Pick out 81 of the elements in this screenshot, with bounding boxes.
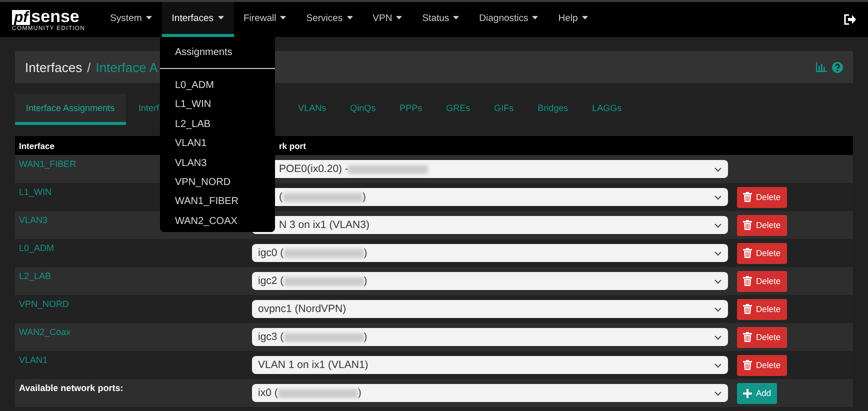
chevron-icon <box>714 334 722 340</box>
help-icon[interactable] <box>832 62 843 72</box>
dropdown-item[interactable]: L0_ADM <box>175 80 214 91</box>
trash-icon <box>743 220 752 230</box>
tab[interactable]: LAGGs <box>581 94 633 125</box>
chevron-icon <box>714 250 722 256</box>
delete-button[interactable]: Delete <box>737 242 787 264</box>
chart-icon[interactable] <box>816 62 827 72</box>
menu-item[interactable]: Help <box>548 2 598 37</box>
chevron-icon <box>714 222 722 228</box>
port-select[interactable]: N 3 on ix1 (VLAN3) <box>252 216 728 234</box>
chevron-icon <box>714 278 722 284</box>
caret-icon <box>280 16 286 20</box>
dropdown-item[interactable]: L1_WIN <box>175 99 212 110</box>
interface-link[interactable]: VPN_NORD <box>19 299 70 309</box>
caret-icon <box>346 16 353 20</box>
caret-icon <box>146 16 152 20</box>
caret-icon <box>582 16 588 20</box>
trash-icon <box>743 360 752 370</box>
tab[interactable]: Bridges <box>526 94 580 125</box>
menu-item[interactable]: VPN <box>362 2 412 37</box>
interface-link[interactable]: L2_LAB <box>19 271 52 281</box>
breadcrumb-separator: / <box>87 60 91 74</box>
trash-icon <box>743 192 752 202</box>
port-select[interactable]: igc3 ( ) <box>252 328 728 346</box>
port-select[interactable]: VLAN 1 on ix1 (VLAN1) <box>252 356 728 374</box>
dropdown-item[interactable]: VPN_NORD <box>175 176 231 188</box>
tab[interactable]: GIFs <box>483 94 525 125</box>
menu-item[interactable]: Status <box>412 2 470 37</box>
dropdown-item[interactable]: Assignments <box>175 47 232 58</box>
trash-icon <box>743 332 752 342</box>
interface-link[interactable]: L1_WIN <box>19 187 52 197</box>
interface-link[interactable]: WAN1_FIBER <box>19 159 76 169</box>
tab[interactable]: VLANs <box>287 94 338 125</box>
delete-button[interactable]: Delete <box>737 298 787 320</box>
logout-icon[interactable] <box>844 14 856 25</box>
tab[interactable]: Interface Assignments <box>15 94 126 125</box>
menu-item[interactable]: Firewall <box>234 2 296 37</box>
dropdown-item[interactable]: VLAN3 <box>175 158 207 169</box>
caret-icon <box>453 16 460 20</box>
menu-item[interactable]: Services <box>296 2 363 37</box>
breadcrumb-root[interactable]: Interfaces <box>25 60 82 74</box>
delete-button[interactable]: Delete <box>737 214 787 236</box>
trash-icon <box>743 276 752 286</box>
tab[interactable]: GREs <box>435 94 482 125</box>
chevron-icon <box>714 306 722 312</box>
available-ports-label: Available network ports: <box>19 383 124 393</box>
chevron-icon <box>714 166 722 172</box>
plus-icon <box>743 388 752 398</box>
dropdown-item[interactable]: VLAN1 <box>175 138 207 150</box>
column-header: rk port <box>279 140 306 150</box>
trash-icon <box>743 304 752 314</box>
port-select[interactable]: igc2 ( ) <box>252 272 728 290</box>
delete-button[interactable]: Delete <box>737 354 787 376</box>
menu-item[interactable]: Diagnostics <box>469 2 548 37</box>
dropdown-item[interactable]: WAN1_FIBER <box>175 196 239 208</box>
caret-icon <box>396 16 402 20</box>
caret-icon <box>218 16 224 20</box>
caret-icon <box>532 16 538 20</box>
tab[interactable]: QinQs <box>339 94 387 125</box>
dropdown-item[interactable]: WAN2_COAX <box>175 216 238 227</box>
menu-item[interactable]: Interfaces <box>162 2 234 37</box>
port-select[interactable]: igc0 ( ) <box>252 244 728 262</box>
delete-button[interactable]: Delete <box>737 270 787 292</box>
delete-button[interactable]: Delete <box>737 186 787 208</box>
interface-link[interactable]: L0_ADM <box>19 243 54 253</box>
trash-icon <box>743 248 752 258</box>
interface-link[interactable]: VLAN1 <box>19 355 48 365</box>
column-header: Interface <box>19 140 54 150</box>
port-select[interactable]: ovpnc1 (NordVPN) <box>252 300 728 318</box>
chevron-icon <box>714 390 722 396</box>
menu-item[interactable]: System <box>100 2 162 37</box>
port-select[interactable]: ix0 ( ) <box>252 384 728 402</box>
chevron-icon <box>714 194 722 200</box>
interface-link[interactable]: WAN2_Coax <box>19 327 71 337</box>
interface-link[interactable]: VLAN3 <box>19 215 48 225</box>
delete-button[interactable]: Delete <box>737 326 787 348</box>
dropdown-item[interactable]: L2_LAB <box>175 118 211 130</box>
tab[interactable]: PPPs <box>388 94 434 125</box>
add-button[interactable]: Add <box>737 382 778 404</box>
chevron-icon <box>714 362 722 368</box>
